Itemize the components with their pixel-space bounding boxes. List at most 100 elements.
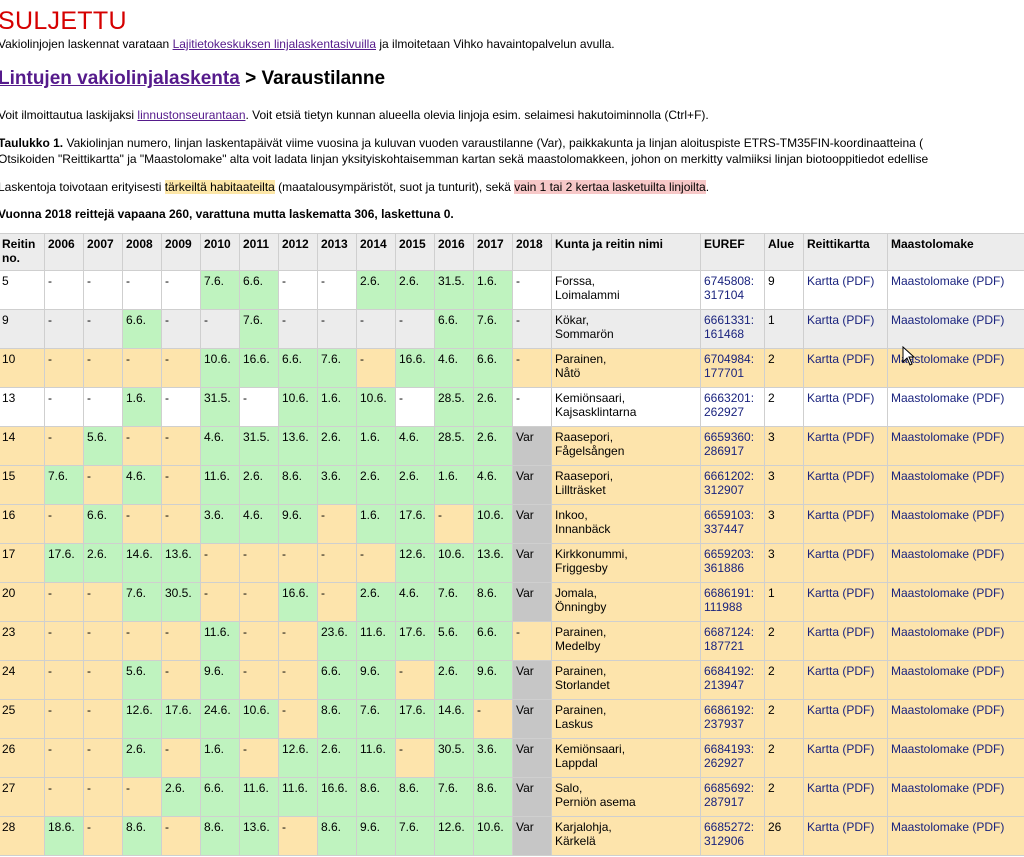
field-form-link[interactable]: Maastolomake (PDF) [891,430,1004,444]
euref-north: 6659360: [704,430,755,444]
euref-coordinate-link[interactable]: 6684192: 213947 [704,664,761,692]
count-date-cell: - [161,387,201,427]
breadcrumb-home-link[interactable]: Lintujen vakiolinjalaskenta [0,68,240,89]
field-form-link[interactable]: Maastolomake (PDF) [891,703,1004,717]
route-name: Lappdal [555,756,598,770]
route-map-link[interactable]: Kartta (PDF) [807,430,874,444]
euref-east: 111988 [704,600,743,614]
euref-coordinate-link[interactable]: 6661331: 161468 [704,313,761,341]
euref-coordinate-link[interactable]: 6745808: 317104 [704,274,761,302]
count-date-cell: 31.5. [200,387,240,427]
page-content: SULJETTU Vakiolinjojen laskennat varataa… [0,0,1024,856]
table-row: 15 7.6. -4.6. -11.6. 2.6. 8.6. 3.6. 2.6. 2.6. 1.6… [0,465,1024,505]
count-date-cell: 7.6. [317,348,357,388]
field-form-link[interactable]: Maastolomake (PDF) [891,313,1004,327]
count-date-cell: 9.6. [356,816,396,856]
field-form-link[interactable]: Maastolomake (PDF) [891,664,1004,678]
euref-coordinate-link[interactable]: 6686191: 111988 [704,586,761,614]
count-date-cell: 31.5. [239,426,279,466]
euref-coordinate-link[interactable]: 6685692: 287917 [704,781,761,809]
monitoring-link[interactable]: linnustonseurantaan [137,108,245,122]
area-cell: 1 [764,582,804,622]
route-map-link[interactable]: Kartta (PDF) [807,352,874,366]
route-name: Önningby [555,600,607,614]
field-form-link[interactable]: Maastolomake (PDF) [891,820,1004,834]
count-date-cell: - [44,738,84,778]
table-row: 28 18.6. -8.6. -8.6. 13.6. -8.6. 9.6. 7.6. 12.6.… [0,816,1024,856]
route-map-link[interactable]: Kartta (PDF) [807,274,874,288]
route-map-link[interactable]: Kartta (PDF) [807,703,874,717]
route-map-link[interactable]: Kartta (PDF) [807,391,874,405]
route-number-cell: 5 [0,270,45,310]
reservation-cell: - [512,348,552,388]
count-date-cell: - [239,582,279,622]
priority-after: . [705,180,710,194]
count-date-cell: 8.6. [122,816,162,856]
count-date-cell: 16.6. [317,777,357,817]
field-form-link[interactable]: Maastolomake (PDF) [891,781,1004,795]
municipality-name: Forssa, [555,274,596,288]
field-form-link[interactable]: Maastolomake (PDF) [891,274,1004,288]
field-form-link[interactable]: Maastolomake (PDF) [891,391,1004,405]
route-map-link[interactable]: Kartta (PDF) [807,586,874,600]
field-form-link[interactable]: Maastolomake (PDF) [891,742,1004,756]
euref-north: 6685272: [704,820,755,834]
euref-coordinate-link[interactable]: 6659203: 361886 [704,547,761,575]
count-date-cell: - [395,738,435,778]
field-form-link[interactable]: Maastolomake (PDF) [891,508,1004,522]
field-form-link[interactable]: Maastolomake (PDF) [891,469,1004,483]
reservation-cell: - [512,309,552,349]
euref-coordinate-link[interactable]: 6704984: 177701 [704,352,761,380]
route-map-link[interactable]: Kartta (PDF) [807,742,874,756]
euref-coordinate-link[interactable]: 6685272: 312906 [704,820,761,848]
route-map-link[interactable]: Kartta (PDF) [807,313,874,327]
reservation-link[interactable]: Lajitietokeskuksen linjalaskentasivuilla [173,37,376,51]
field-form-link[interactable]: Maastolomake (PDF) [891,586,1004,600]
field-form-cell: Maastolomake (PDF) [887,582,1024,622]
count-date-cell: 31.5. [434,270,474,310]
route-map-link[interactable]: Kartta (PDF) [807,547,874,561]
routes-table: Reitin no. 2006 2007 2008 2009 2010 2011 2012 20… [0,233,1024,856]
euref-coordinate-link[interactable]: 6659103: 337447 [704,508,761,536]
euref-cell: 6745808: 317104 [700,270,765,310]
euref-cell: 6685272: 312906 [700,816,765,856]
table-row: 26- -2.6. -1.6. -12.6. 2.6. 11.6. -30.5. 3.6. Va… [0,738,1024,778]
route-number-cell: 27 [0,777,45,817]
euref-north: 6685692: [704,781,755,795]
count-date-cell: 7.6. [44,465,84,505]
euref-coordinate-link[interactable]: 6663201: 262927 [704,391,761,419]
euref-coordinate-link[interactable]: 6661202: 312907 [704,469,761,497]
page-title: Varaustilanne [261,68,386,89]
count-date-cell: 7.6. [473,309,513,349]
field-form-link[interactable]: Maastolomake (PDF) [891,547,1004,561]
count-date-cell: - [278,660,318,700]
municipality-route-cell: Inkoo, Innanbäck [551,504,701,544]
area-cell: 3 [764,465,804,505]
route-map-link[interactable]: Kartta (PDF) [807,508,874,522]
count-date-cell: 4.6. [200,426,240,466]
count-date-cell: 4.6. [395,582,435,622]
column-header: EUREF [700,233,765,271]
count-date-cell: - [161,738,201,778]
count-date-cell: - [44,777,84,817]
municipality-route-cell: Raasepori, Lillträsket [551,465,701,505]
route-map-link[interactable]: Kartta (PDF) [807,664,874,678]
euref-coordinate-link[interactable]: 6686192: 237937 [704,703,761,731]
route-map-link[interactable]: Kartta (PDF) [807,820,874,834]
municipality-name: Raasepori, [555,469,614,483]
route-map-link[interactable]: Kartta (PDF) [807,625,874,639]
count-date-cell: 10.6. [473,816,513,856]
route-map-link[interactable]: Kartta (PDF) [807,781,874,795]
field-form-link[interactable]: Maastolomake (PDF) [891,625,1004,639]
signup-after: . Voit etsiä tietyn kunnan alueella olev… [245,108,709,122]
column-header: Kunta ja reitin nimi [551,233,701,271]
euref-coordinate-link[interactable]: 6687124: 187721 [704,625,761,653]
euref-north: 6684193: [704,742,755,756]
euref-north: 6686192: [704,703,755,717]
count-date-cell: - [122,426,162,466]
route-map-link[interactable]: Kartta (PDF) [807,469,874,483]
count-date-cell: 2.6. [317,426,357,466]
euref-coordinate-link[interactable]: 6684193: 262927 [704,742,761,770]
euref-coordinate-link[interactable]: 6659360: 286917 [704,430,761,458]
count-date-cell: 12.6. [395,543,435,583]
